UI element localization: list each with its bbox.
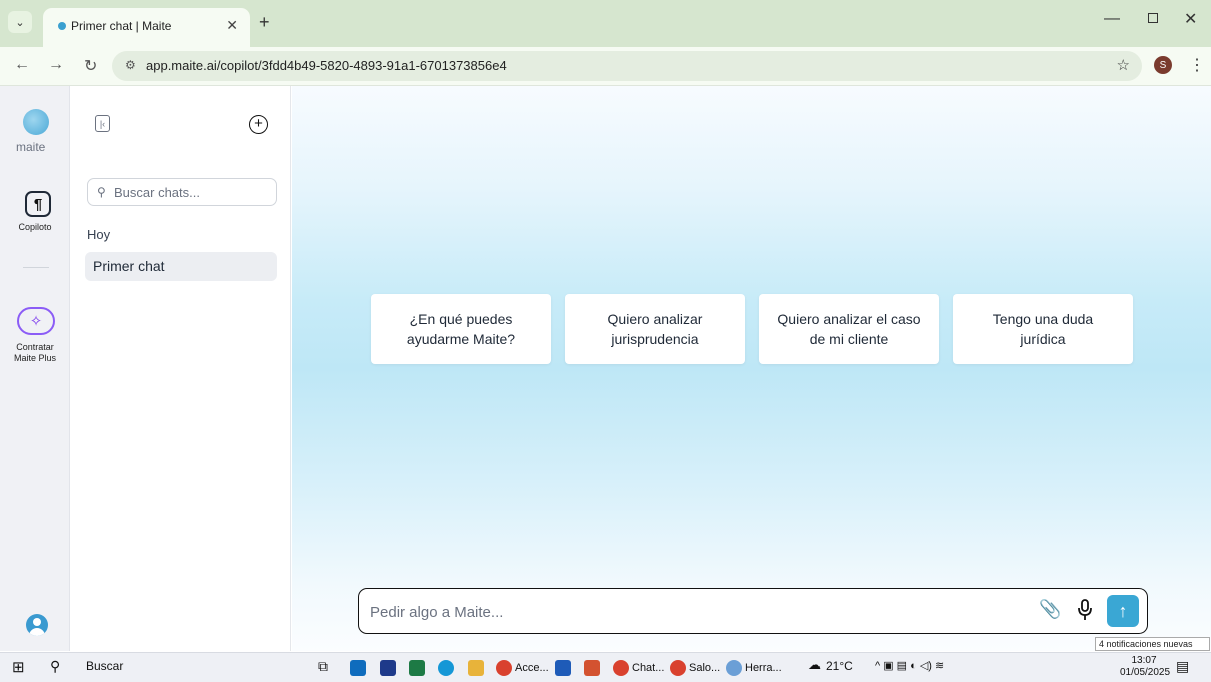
store-icon[interactable] — [380, 660, 396, 676]
suggestion-card[interactable]: ¿En qué puedes ayudarme Maite? — [371, 294, 551, 364]
taskbar-app-salo[interactable]: Salo... — [670, 658, 720, 678]
send-button[interactable]: ↑ — [1107, 595, 1139, 627]
app-rail: maite ¶ Copiloto ✧ Contratar Maite Plus — [0, 86, 70, 651]
taskbar-clock[interactable]: 13:07 01/05/2025 — [1120, 655, 1171, 679]
profile-avatar[interactable]: S — [1154, 56, 1172, 74]
site-settings-icon[interactable]: ⚙ — [125, 58, 136, 72]
copilot-button[interactable]: ¶ — [25, 191, 51, 217]
notification-center-icon[interactable]: ▤ — [1176, 658, 1189, 675]
windows-taskbar: ⊞ ⚲ Buscar ⧉ Acce... Chat... Salo... Her… — [0, 652, 1211, 682]
forward-arrow-icon[interactable]: → — [48, 56, 64, 74]
address-bar[interactable]: ⚙ app.maite.ai/copilot/3fdd4b49-5820-489… — [112, 51, 1142, 81]
prompt-box: 📎 ↑ — [358, 588, 1148, 634]
word-icon[interactable] — [555, 660, 571, 676]
task-view-icon[interactable]: ⧉ — [318, 658, 328, 675]
plus-label-line1: Contratar — [16, 342, 54, 352]
suggestion-card[interactable]: Quiero analizar jurisprudencia — [565, 294, 745, 364]
tab-favicon-icon — [58, 22, 66, 30]
chat-list-panel: |‹ + ⚲ Hoy Primer chat — [71, 86, 291, 651]
maite-logo[interactable] — [23, 109, 49, 135]
taskbar-search-label[interactable]: Buscar — [86, 659, 123, 673]
url-text[interactable]: app.maite.ai/copilot/3fdd4b49-5820-4893-… — [146, 58, 507, 73]
copilot-label: Copiloto — [18, 222, 52, 232]
browser-toolbar: ← → ↻ ⚙ app.maite.ai/copilot/3fdd4b49-58… — [0, 47, 1211, 86]
file-explorer-icon[interactable] — [468, 660, 484, 676]
suggestion-card[interactable]: Tengo una duda jurídica — [953, 294, 1133, 364]
new-chat-icon[interactable]: + — [249, 115, 268, 134]
collapse-sidebar-icon[interactable]: |‹ — [95, 115, 110, 132]
search-icon: ⚲ — [97, 185, 106, 199]
microphone-icon[interactable] — [1077, 599, 1093, 621]
suggestion-card[interactable]: Quiero analizar el caso de mi cliente — [759, 294, 939, 364]
prompt-input[interactable] — [370, 601, 1010, 623]
edge-icon[interactable] — [438, 660, 454, 676]
outlook-icon[interactable] — [350, 660, 366, 676]
chat-search[interactable]: ⚲ — [87, 178, 277, 206]
chat-main-area: ¿En qué puedes ayudarme Maite? Quiero an… — [292, 86, 1211, 651]
weather-temp[interactable]: 21°C — [826, 659, 853, 673]
taskbar-app-chat[interactable]: Chat... — [613, 658, 664, 678]
plus-label-line2: Maite Plus — [13, 353, 57, 363]
window-restore-button[interactable] — [1148, 13, 1158, 23]
weather-icon[interactable]: ☁ — [808, 657, 821, 673]
bookmark-star-icon[interactable]: ☆ — [1117, 56, 1130, 74]
windows-start-icon[interactable]: ⊞ — [12, 658, 25, 676]
clock-time: 13:07 — [1131, 655, 1157, 666]
tab-close-icon[interactable]: ✕ — [226, 17, 238, 34]
taskbar-app-access[interactable]: Acce... — [496, 658, 549, 678]
browser-tab-active[interactable]: Primer chat | Maite ✕ — [43, 8, 250, 47]
chat-list-item[interactable]: Primer chat — [85, 252, 277, 281]
powerpoint-icon[interactable] — [584, 660, 600, 676]
chat-group-label: Hoy — [87, 227, 111, 242]
clock-date: 01/05/2025 — [1120, 667, 1171, 678]
system-tray-icons[interactable]: ^ ▣ ▤ ◐ ◁) ≋ — [875, 659, 944, 672]
rail-divider — [23, 267, 49, 268]
tab-title: Primer chat | Maite — [71, 19, 172, 33]
attach-icon[interactable]: 📎 — [1039, 599, 1061, 620]
maite-plus-button[interactable]: ✧ — [17, 307, 55, 335]
user-avatar[interactable] — [26, 614, 48, 636]
new-tab-button[interactable]: + — [259, 12, 270, 33]
window-close-button[interactable]: ✕ — [1184, 9, 1197, 29]
chat-item-label: Primer chat — [93, 258, 165, 274]
taskbar-app-herra[interactable]: Herra... — [726, 658, 782, 678]
logo-text: maite — [16, 140, 46, 154]
excel-icon[interactable] — [409, 660, 425, 676]
notification-tooltip: 4 notificaciones nuevas — [1095, 637, 1210, 651]
browser-tab-strip: ⌄ Primer chat | Maite ✕ + — ✕ — [0, 0, 1211, 47]
browser-menu-icon[interactable]: ⋮ — [1189, 55, 1205, 75]
reload-icon[interactable]: ↻ — [84, 56, 97, 76]
taskbar-search-icon[interactable]: ⚲ — [50, 658, 60, 675]
tab-search-button[interactable]: ⌄ — [8, 11, 32, 33]
back-arrow-icon[interactable]: ← — [14, 56, 30, 74]
chat-search-input[interactable] — [114, 182, 269, 202]
window-minimize-button[interactable]: — — [1104, 10, 1120, 28]
